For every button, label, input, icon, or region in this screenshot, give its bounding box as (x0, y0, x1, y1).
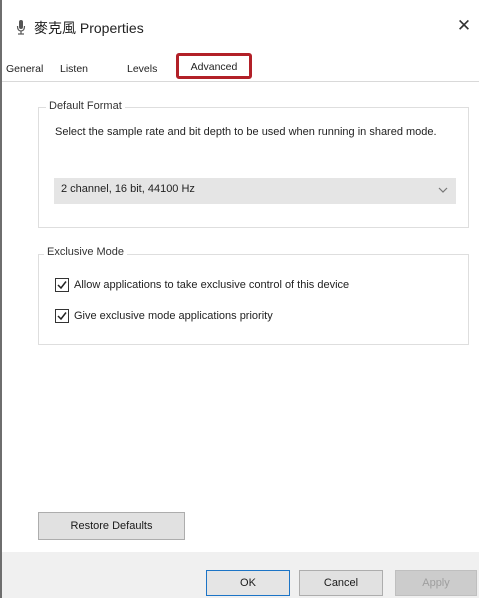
format-dropdown[interactable]: 2 channel, 16 bit, 44100 Hz (54, 178, 456, 204)
properties-dialog: 麥克風 Properties ✕ General Listen Levels A… (0, 0, 479, 598)
default-format-description: Select the sample rate and bit depth to … (55, 126, 437, 138)
allow-exclusive-control-checkbox[interactable] (55, 278, 69, 292)
format-dropdown-value: 2 channel, 16 bit, 44100 Hz (61, 183, 195, 195)
checkmark-icon (57, 281, 67, 290)
tab-listen[interactable]: Listen (60, 61, 88, 78)
tab-levels[interactable]: Levels (127, 61, 157, 78)
tab-strip: General Listen Levels Advanced (2, 52, 479, 82)
title-bar: 麥克風 Properties ✕ (2, 0, 479, 50)
default-format-label: Default Format (46, 100, 125, 112)
allow-exclusive-control-label: Allow applications to take exclusive con… (74, 279, 350, 291)
tab-content-border (2, 81, 479, 82)
restore-defaults-button[interactable]: Restore Defaults (38, 512, 185, 540)
cancel-button[interactable]: Cancel (299, 570, 383, 596)
apply-button[interactable]: Apply (395, 570, 477, 596)
tab-general[interactable]: General (6, 61, 43, 78)
close-button[interactable]: ✕ (449, 8, 479, 44)
checkmark-icon (57, 312, 67, 321)
window-title: 麥克風 Properties (34, 20, 144, 36)
chevron-down-icon (438, 184, 448, 194)
exclusive-priority-checkbox[interactable] (55, 309, 69, 323)
microphone-icon (16, 19, 26, 35)
exclusive-mode-label: Exclusive Mode (44, 246, 128, 258)
exclusive-priority-label: Give exclusive mode applications priorit… (74, 310, 273, 322)
exclusive-mode-group (38, 254, 469, 345)
tab-advanced[interactable]: Advanced (176, 53, 252, 79)
ok-button[interactable]: OK (206, 570, 290, 596)
